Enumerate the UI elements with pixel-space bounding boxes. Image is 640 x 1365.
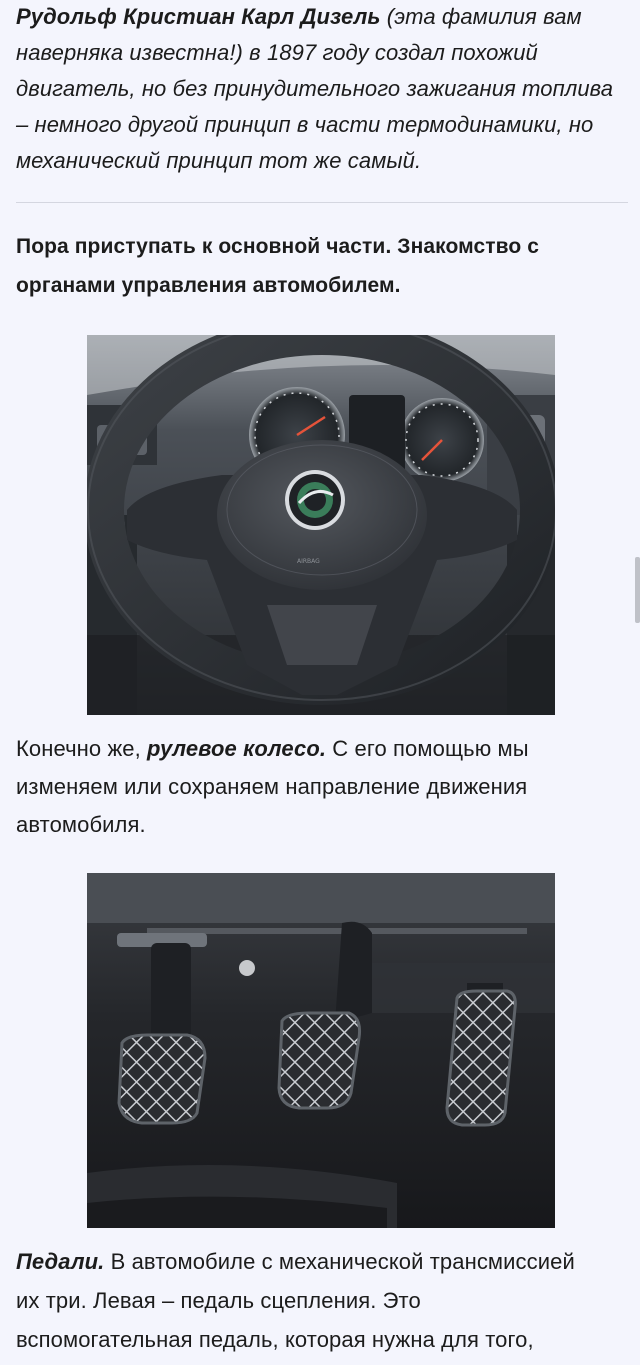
pedals-term: Педали.: [16, 1249, 105, 1274]
airbag-label: AIRBAG: [297, 558, 320, 565]
intro-line3: двигатель, но без принудительного зажига…: [16, 76, 614, 101]
steering-wheel-term: рулевое колесо.: [147, 736, 327, 761]
caption1-line3: автомобиля.: [16, 812, 146, 837]
intro-line4: – немного другой принцип в части термоди…: [16, 112, 594, 137]
caption1-prefix: Конечно же,: [16, 736, 148, 761]
heading-line1: Пора приступать к основной части. Знаком…: [16, 235, 540, 258]
scrollbar-thumb[interactable]: [635, 557, 640, 623]
steering-caption: Конечно же, рулевое колесо. С его помощь…: [16, 730, 616, 844]
caption1-line1-rest: С его помощью мы: [326, 736, 529, 761]
caption2-line3: вспомогательная педаль, которая нужна дл…: [16, 1327, 534, 1352]
section-heading: Пора приступать к основной части. Знаком…: [16, 227, 616, 305]
intro-line1-rest: (эта фамилия вам: [380, 4, 582, 29]
intro-line5: механический принцип тот же самый.: [16, 148, 422, 173]
pedals-photo[interactable]: [87, 873, 555, 1228]
intro-paragraph: Рудольф Кристиан Карл Дизель (эта фамили…: [16, 0, 616, 179]
steering-wheel-illustration: AIRBAG: [87, 335, 555, 715]
pedals-illustration: [87, 873, 555, 1228]
caption2-line2: их три. Левая – педаль сцепления. Это: [16, 1288, 421, 1313]
section-divider: [16, 202, 628, 203]
caption2-line1-rest: В автомобиле с механической трансмиссией: [104, 1249, 575, 1274]
intro-line2: наверняка известна!) в 1897 году создал …: [16, 40, 538, 65]
heading-line2: органами управления автомобилем.: [16, 274, 401, 297]
pedals-caption: Педали. В автомобиле с механической тран…: [16, 1242, 616, 1359]
steering-wheel-photo[interactable]: AIRBAG: [87, 335, 555, 715]
caption1-line2: изменяем или сохраняем направление движе…: [16, 774, 528, 799]
diesel-name: Рудольф Кристиан Карл Дизель: [16, 4, 381, 29]
